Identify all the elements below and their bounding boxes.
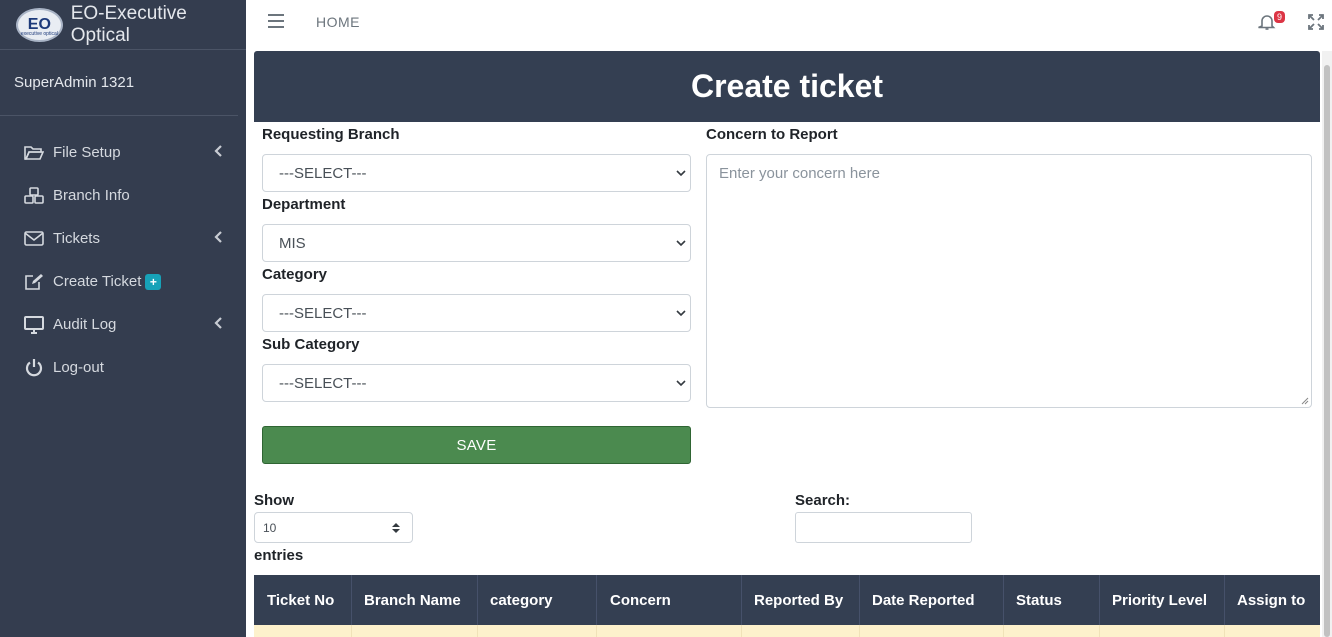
- column-header-ticket-no[interactable]: Ticket No: [267, 575, 334, 625]
- folder-open-icon: [24, 143, 44, 163]
- new-badge: +: [145, 273, 162, 290]
- department-value: MIS: [279, 234, 306, 252]
- column-header-assign-to[interactable]: Assign to: [1237, 575, 1305, 625]
- fullscreen-icon[interactable]: [1308, 14, 1324, 30]
- requesting-branch-select[interactable]: ---SELECT---: [262, 154, 691, 192]
- chevron-down-icon: [676, 306, 686, 320]
- column-header-reported-by[interactable]: Reported By: [754, 575, 843, 625]
- sidebar-item-label: Tickets: [53, 230, 100, 247]
- sidebar-item-logout[interactable]: Log-out: [0, 346, 246, 389]
- search-label: Search:: [795, 492, 851, 509]
- sidebar-item-label: Branch Info: [53, 187, 130, 204]
- column-header-concern[interactable]: Concern: [610, 575, 671, 625]
- brand-name: EO-Executive Optical: [70, 2, 187, 46]
- sidebar-item-tickets[interactable]: Tickets: [0, 217, 246, 260]
- requesting-branch-value: ---SELECT---: [279, 164, 367, 182]
- sidebar-item-file-setup[interactable]: File Setup: [0, 131, 246, 174]
- edit-icon: [24, 272, 44, 292]
- column-header-status[interactable]: Status: [1016, 575, 1062, 625]
- sidebar: EO executive optical EO-Executive Optica…: [0, 0, 246, 637]
- requesting-branch-label: Requesting Branch: [262, 126, 400, 143]
- sidebar-item-audit-log[interactable]: Audit Log: [0, 303, 246, 346]
- brand-link[interactable]: EO executive optical EO-Executive Optica…: [0, 0, 246, 50]
- concern-placeholder: Enter your concern here: [719, 165, 880, 182]
- search-input[interactable]: [795, 512, 972, 543]
- chevron-left-icon: [214, 144, 222, 160]
- save-button[interactable]: SAVE: [262, 426, 691, 464]
- desktop-icon: [24, 315, 44, 335]
- sidebar-nav: File Setup Branch Info Tickets Create Ti…: [0, 131, 246, 389]
- table-header: Ticket No Branch Name category Concern R…: [254, 575, 1320, 625]
- chevron-down-icon: [676, 166, 686, 180]
- sub-category-value: ---SELECT---: [279, 374, 367, 392]
- brand-logo: EO executive optical: [16, 7, 63, 42]
- column-header-date-reported[interactable]: Date Reported: [872, 575, 975, 625]
- category-select[interactable]: ---SELECT---: [262, 294, 691, 332]
- page-title: Create ticket: [254, 51, 1320, 122]
- home-link[interactable]: HOME: [316, 14, 360, 30]
- sidebar-item-label: Audit Log: [53, 316, 117, 333]
- envelope-icon: [24, 229, 44, 249]
- department-select[interactable]: MIS: [262, 224, 691, 262]
- table-row[interactable]: [254, 625, 1320, 637]
- entries-select[interactable]: 10: [254, 512, 413, 543]
- column-header-priority-level[interactable]: Priority Level: [1112, 575, 1207, 625]
- sub-category-label: Sub Category: [262, 336, 360, 353]
- column-header-branch-name[interactable]: Branch Name: [364, 575, 461, 625]
- sub-category-select[interactable]: ---SELECT---: [262, 364, 691, 402]
- resize-handle-icon[interactable]: [1301, 397, 1309, 405]
- sidebar-item-label: File Setup: [53, 144, 121, 161]
- user-panel[interactable]: SuperAdmin 1321: [0, 50, 238, 116]
- department-label: Department: [262, 196, 346, 213]
- sidebar-item-branch-info[interactable]: Branch Info: [0, 174, 246, 217]
- chevron-left-icon: [214, 230, 222, 246]
- column-header-category[interactable]: category: [490, 575, 553, 625]
- brand-logo-subtext: executive optical: [20, 30, 58, 37]
- category-value: ---SELECT---: [279, 304, 367, 322]
- sidebar-item-create-ticket[interactable]: Create Ticket +: [0, 260, 246, 303]
- hamburger-menu-icon[interactable]: [268, 14, 284, 28]
- entries-label: entries: [254, 547, 304, 564]
- show-label: Show: [254, 492, 294, 509]
- chevron-down-icon: [676, 376, 686, 390]
- chevron-left-icon: [214, 316, 222, 332]
- concern-label: Concern to Report: [706, 126, 838, 143]
- cubes-icon: [24, 186, 44, 206]
- notification-count-badge: 9: [1274, 11, 1286, 23]
- power-icon: [24, 358, 44, 378]
- sort-arrows-icon: [392, 522, 400, 534]
- entries-value: 10: [263, 520, 277, 535]
- sidebar-item-label: Log-out: [53, 359, 104, 376]
- category-label: Category: [262, 266, 328, 283]
- concern-textarea[interactable]: Enter your concern here: [706, 154, 1312, 408]
- chevron-down-icon: [676, 236, 686, 250]
- page-scrollbar[interactable]: [1322, 51, 1332, 637]
- top-navbar: HOME 9: [246, 0, 1332, 46]
- sidebar-item-label: Create Ticket: [53, 273, 142, 290]
- user-name: SuperAdmin 1321: [14, 74, 135, 91]
